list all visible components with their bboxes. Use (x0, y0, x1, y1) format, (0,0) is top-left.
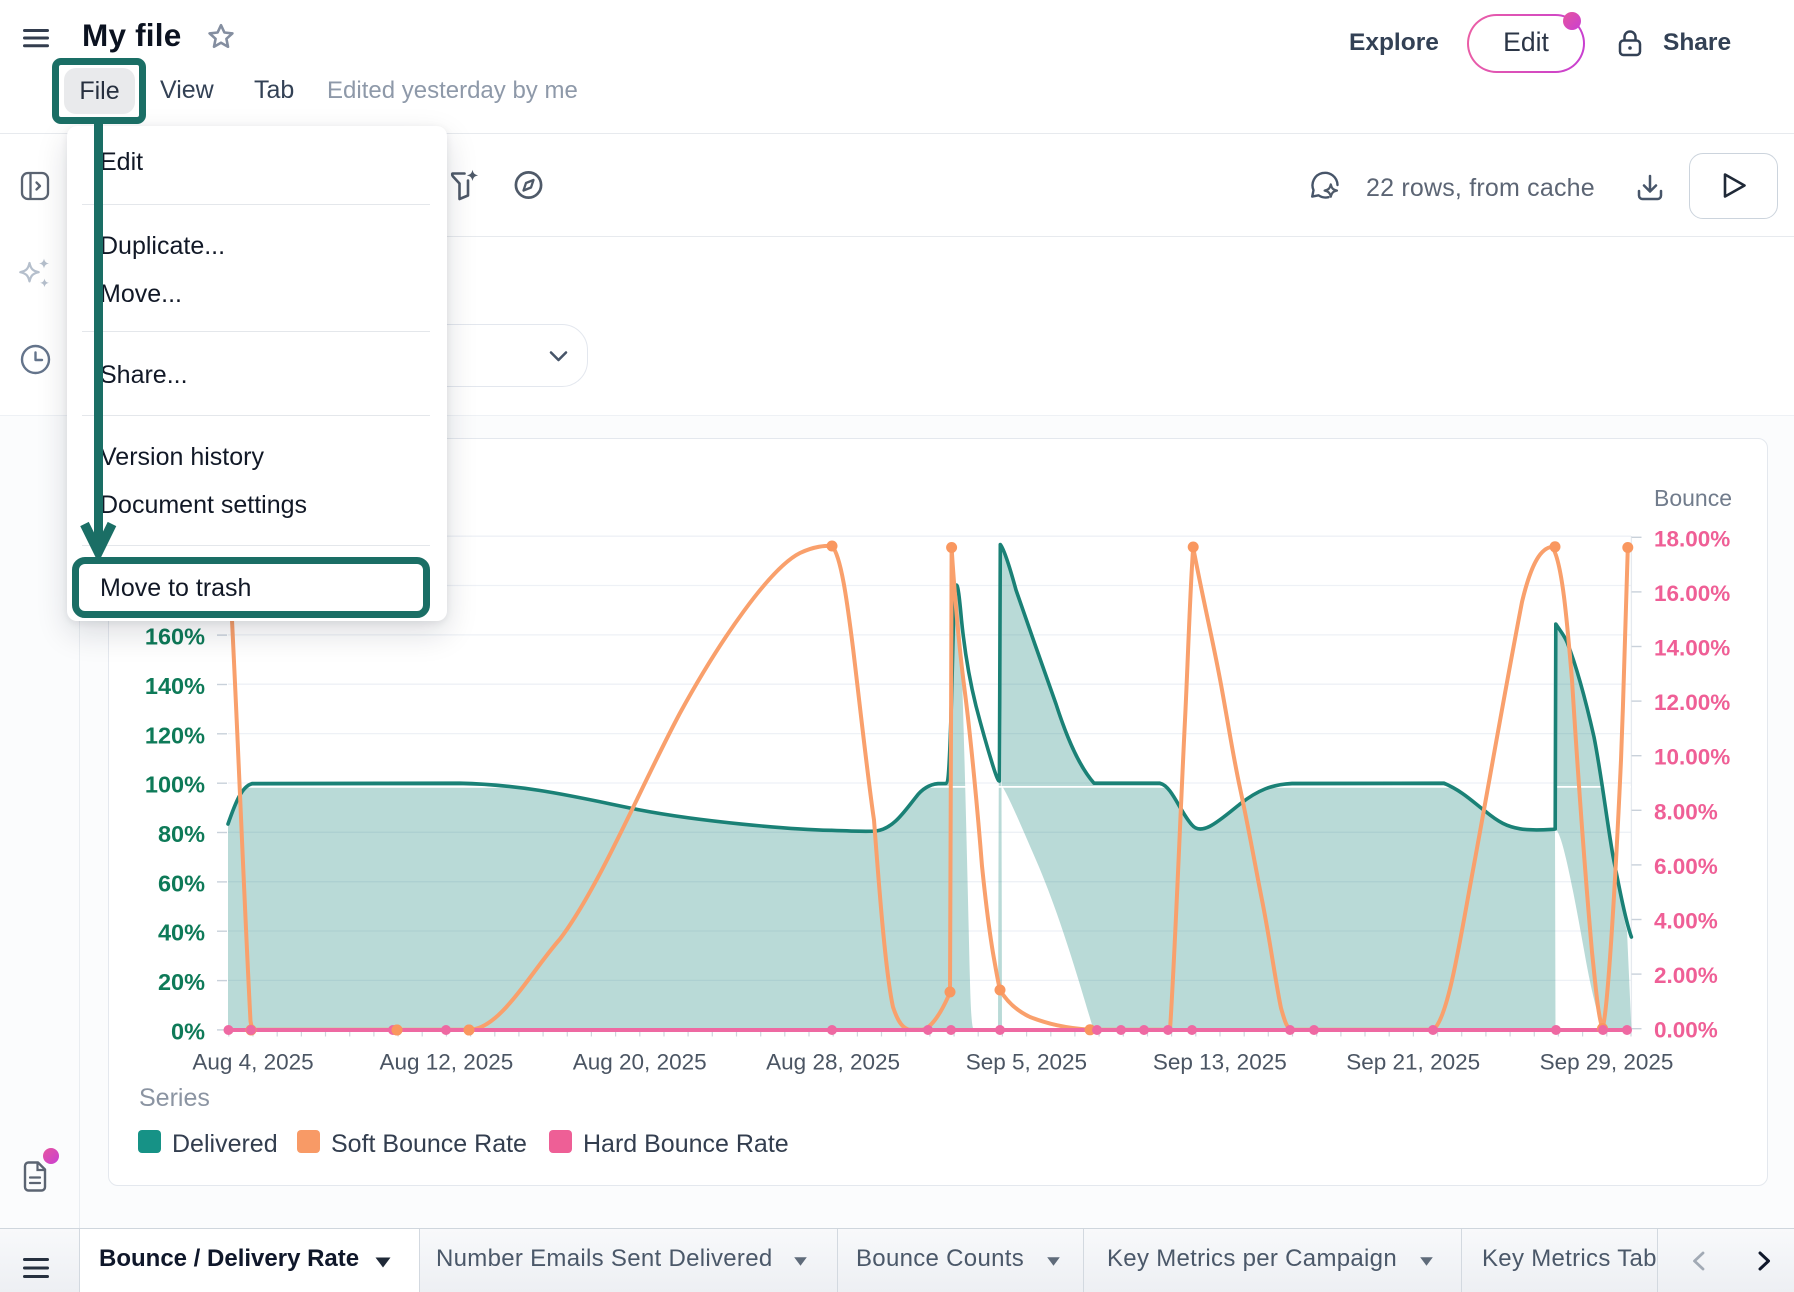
svg-text:Bounce: Bounce (1654, 485, 1732, 511)
svg-text:Aug 20, 2025: Aug 20, 2025 (573, 1050, 707, 1075)
svg-text:Aug 12, 2025: Aug 12, 2025 (379, 1050, 513, 1075)
svg-text:16.00%: 16.00% (1654, 581, 1730, 606)
svg-text:18.00%: 18.00% (1654, 526, 1730, 551)
svg-text:60%: 60% (158, 870, 205, 896)
svg-text:140%: 140% (145, 673, 205, 699)
svg-text:80%: 80% (158, 821, 205, 847)
svg-text:Delivered: Delivered (172, 1130, 278, 1158)
svg-text:Hard Bounce Rate: Hard Bounce Rate (583, 1130, 789, 1158)
svg-text:Sep 29, 2025: Sep 29, 2025 (1540, 1050, 1674, 1075)
svg-text:20%: 20% (158, 969, 205, 995)
svg-text:100%: 100% (145, 772, 205, 798)
svg-text:8.00%: 8.00% (1654, 799, 1718, 824)
svg-text:4.00%: 4.00% (1654, 909, 1718, 934)
svg-text:120%: 120% (145, 722, 205, 748)
svg-text:0.00%: 0.00% (1654, 1018, 1718, 1043)
svg-text:10.00%: 10.00% (1654, 745, 1730, 770)
svg-text:Aug 28, 2025: Aug 28, 2025 (766, 1050, 900, 1075)
svg-text:40%: 40% (158, 920, 205, 946)
svg-text:Soft Bounce Rate: Soft Bounce Rate (331, 1130, 527, 1158)
svg-text:12.00%: 12.00% (1654, 690, 1730, 715)
svg-text:Aug 4, 2025: Aug 4, 2025 (192, 1050, 313, 1075)
svg-text:6.00%: 6.00% (1654, 854, 1718, 879)
svg-text:Series: Series (139, 1084, 210, 1112)
svg-text:Sep 13, 2025: Sep 13, 2025 (1153, 1050, 1287, 1075)
svg-text:160%: 160% (145, 624, 205, 650)
svg-text:Sep 5, 2025: Sep 5, 2025 (966, 1050, 1087, 1075)
svg-text:2.00%: 2.00% (1654, 963, 1718, 988)
svg-text:0%: 0% (171, 1018, 205, 1044)
svg-text:Sep 21, 2025: Sep 21, 2025 (1346, 1050, 1480, 1075)
svg-text:14.00%: 14.00% (1654, 636, 1730, 661)
